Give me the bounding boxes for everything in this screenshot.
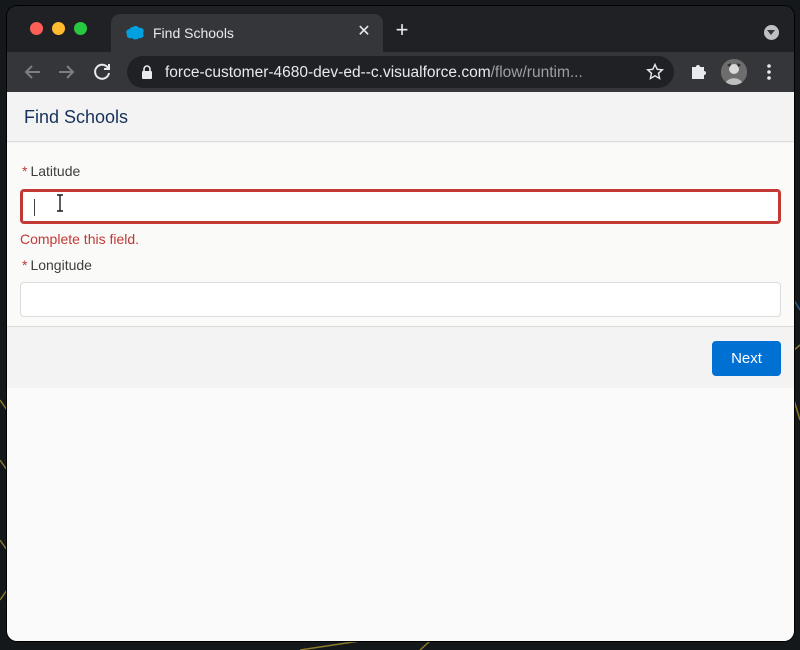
text-caret [34, 199, 35, 216]
address-bar[interactable]: force-customer-4680-dev-ed--c.visualforc… [127, 56, 674, 88]
text-cursor-icon [57, 194, 63, 212]
flow-footer: Next [7, 326, 794, 388]
longitude-input[interactable] [20, 282, 781, 317]
latitude-label: * Latitude [22, 163, 80, 179]
url-host: force-customer-4680-dev-ed--c.visualforc… [165, 64, 491, 81]
latitude-input[interactable] [20, 189, 781, 224]
required-marker: * [22, 163, 28, 179]
flow-header: Find Schools [7, 92, 794, 142]
url-text: force-customer-4680-dev-ed--c.visualforc… [165, 64, 635, 82]
latitude-label-text: Latitude [30, 163, 81, 179]
profile-avatar[interactable] [721, 59, 747, 85]
longitude-label: * Longitude [22, 257, 92, 273]
puzzle-icon[interactable] [689, 61, 709, 81]
forward-arrow-icon[interactable] [54, 60, 78, 84]
flow-panel: Find Schools * Latitude Complete this fie… [7, 92, 794, 388]
flow-body: * Latitude Complete this field. * Longitud… [7, 143, 794, 326]
avatar-image [721, 59, 747, 85]
lock-icon [142, 65, 152, 79]
title-bar: Find Schools ✕ + [7, 6, 794, 52]
tab-search-button[interactable] [764, 25, 779, 40]
url-path: /flow/runtim... [490, 64, 583, 81]
close-window-button[interactable] [30, 22, 43, 35]
page-title: Find Schools [24, 107, 129, 127]
back-arrow-icon[interactable] [21, 60, 45, 84]
longitude-label-text: Longitude [30, 257, 92, 273]
latitude-error-message: Complete this field. [20, 231, 140, 247]
browser-toolbar: force-customer-4680-dev-ed--c.visualforc… [7, 52, 794, 92]
maximize-window-button[interactable] [74, 22, 87, 35]
next-button[interactable]: Next [712, 341, 781, 376]
kebab-menu-icon[interactable] [765, 62, 773, 82]
browser-window: Find Schools ✕ + force-customer-4680-dev… [7, 6, 794, 641]
page-viewport: Find Schools * Latitude Complete this fie… [7, 92, 794, 641]
close-tab-icon[interactable]: ✕ [355, 23, 373, 41]
reload-icon[interactable] [90, 60, 114, 84]
required-marker: * [22, 257, 28, 273]
minimize-window-button[interactable] [52, 22, 65, 35]
new-tab-button[interactable]: + [392, 19, 412, 41]
salesforce-cloud-icon [126, 25, 144, 40]
tab-title: Find Schools [153, 25, 234, 41]
bookmark-star-icon[interactable] [646, 63, 664, 81]
browser-tab[interactable]: Find Schools ✕ [111, 14, 383, 52]
